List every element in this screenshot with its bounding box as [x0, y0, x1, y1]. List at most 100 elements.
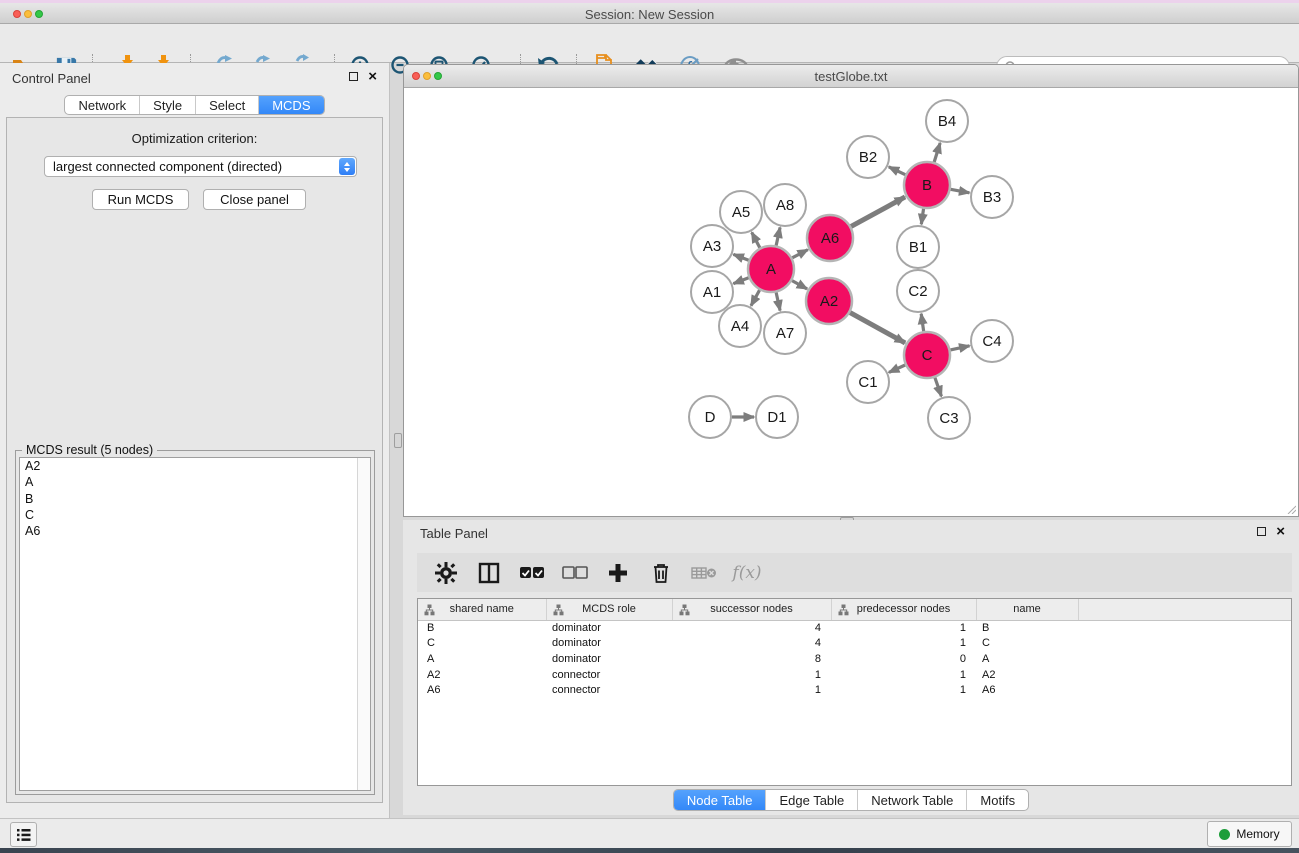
memory-button[interactable]: Memory [1207, 821, 1292, 847]
svg-text:D1: D1 [767, 409, 786, 426]
edge-a-a7[interactable] [776, 292, 780, 310]
table-row-c[interactable]: Cdominator41C [418, 636, 1292, 652]
node-b3[interactable]: B3 [971, 176, 1013, 218]
network-canvas[interactable]: A A1 A2 A3 A4 A5 A6 A7 A8 B B1 B2 B3B4 C C1 C2 C3 C4 D D1 [404, 88, 1298, 516]
edge-b-b3[interactable] [951, 189, 970, 192]
float-window-icon[interactable] [1257, 527, 1266, 536]
tab-network[interactable]: Network [65, 96, 140, 114]
table-row-b[interactable]: Bdominator41B [418, 620, 1292, 636]
settings-gear-icon[interactable] [433, 560, 459, 586]
node-c[interactable]: C [904, 332, 950, 378]
node-d1[interactable]: D1 [756, 396, 798, 438]
network-window-titlebar[interactable]: testGlobe.txt [404, 65, 1298, 88]
tab-style[interactable]: Style [140, 96, 196, 114]
svg-text:A8: A8 [776, 197, 794, 214]
node-a6[interactable]: A6 [807, 215, 853, 261]
result-item-b[interactable]: B [20, 491, 370, 507]
node-a4[interactable]: A4 [719, 305, 761, 347]
node-b[interactable]: B [904, 162, 950, 208]
result-item-a[interactable]: A [20, 474, 370, 490]
tab-select[interactable]: Select [196, 96, 259, 114]
node-a[interactable]: A [748, 246, 794, 292]
edge-a-a5[interactable] [752, 232, 760, 247]
delete-column-icon[interactable] [648, 560, 674, 586]
criterion-dropdown[interactable]: largest connected component (directed) [44, 156, 357, 177]
select-all-checkboxes-icon[interactable] [519, 560, 545, 586]
table-row-a2[interactable]: A2connector11A2 [418, 667, 1292, 683]
tab-mcds[interactable]: MCDS [259, 96, 323, 114]
column-header-mcds-role[interactable]: MCDS role [546, 599, 672, 620]
control-panel-title: Control Panel [12, 71, 91, 86]
node-a3[interactable]: A3 [691, 225, 733, 267]
node-b2[interactable]: B2 [847, 136, 889, 178]
edge-a-a8[interactable] [776, 227, 780, 245]
column-header-predecessor-nodes[interactable]: predecessor nodes [831, 599, 976, 620]
add-column-icon[interactable] [605, 560, 631, 586]
edge-c-c2[interactable] [921, 314, 923, 331]
column-header-shared-name[interactable]: shared name [418, 599, 546, 620]
edge-c-c4[interactable] [950, 346, 969, 350]
task-history-button[interactable] [10, 822, 37, 847]
svg-text:A5: A5 [732, 204, 750, 221]
column-view-icon[interactable] [476, 560, 502, 586]
close-panel-button[interactable]: Close panel [203, 189, 306, 210]
svg-text:A7: A7 [776, 325, 794, 342]
mcds-result-list[interactable]: A2ABCA6 [19, 457, 371, 791]
node-a1[interactable]: A1 [691, 271, 733, 313]
node-c2[interactable]: C2 [897, 270, 939, 312]
tab-motifs[interactable]: Motifs [967, 790, 1028, 810]
svg-text:C1: C1 [858, 374, 877, 391]
tab-network-table[interactable]: Network Table [858, 790, 967, 810]
node-a7[interactable]: A7 [764, 312, 806, 354]
svg-text:B: B [922, 177, 932, 194]
column-header-name[interactable]: name [976, 599, 1078, 620]
table-row-a[interactable]: Adominator80A [418, 651, 1292, 667]
svg-text:C4: C4 [982, 333, 1001, 350]
edge-a-a2[interactable] [792, 281, 807, 289]
svg-text:A2: A2 [820, 293, 838, 310]
edge-a2-c[interactable] [850, 313, 905, 343]
control-panel: Control Panel × NetworkStyleSelectMCDS O… [0, 63, 390, 818]
svg-text:B2: B2 [859, 149, 877, 166]
svg-text:C2: C2 [908, 283, 927, 300]
node-a2[interactable]: A2 [806, 278, 852, 324]
node-c4[interactable]: C4 [971, 320, 1013, 362]
node-a8[interactable]: A8 [764, 184, 806, 226]
result-item-a6[interactable]: A6 [20, 523, 370, 539]
edge-c-c3[interactable] [935, 378, 942, 397]
float-window-icon[interactable] [349, 72, 358, 81]
result-item-c[interactable]: C [20, 507, 370, 523]
table-header[interactable]: shared nameMCDS rolesuccessor nodesprede… [418, 599, 1292, 620]
edge-c-c1[interactable] [889, 365, 905, 372]
node-b1[interactable]: B1 [897, 226, 939, 268]
tab-node-table[interactable]: Node Table [674, 790, 767, 810]
edge-b-b4[interactable] [934, 143, 940, 162]
column-header-successor-nodes[interactable]: successor nodes [672, 599, 831, 620]
run-mcds-button[interactable]: Run MCDS [92, 189, 189, 210]
edge-a-a1[interactable] [733, 278, 748, 284]
edge-a-a3[interactable] [733, 254, 748, 260]
mcds-result-title: MCDS result (5 nodes) [22, 443, 157, 457]
edge-a-a4[interactable] [751, 290, 760, 306]
control-panel-window-buttons: × [349, 72, 377, 81]
close-panel-icon[interactable]: × [1276, 527, 1285, 536]
svg-text:A4: A4 [731, 318, 749, 335]
table-row-a6[interactable]: A6connector11A6 [418, 682, 1292, 698]
node-b4[interactable]: B4 [926, 100, 968, 142]
node-c3[interactable]: C3 [928, 397, 970, 439]
result-item-a2[interactable]: A2 [20, 458, 370, 474]
edge-b-b2[interactable] [889, 167, 906, 175]
node-a5[interactable]: A5 [720, 191, 762, 233]
svg-text:A6: A6 [821, 230, 839, 247]
close-panel-icon[interactable]: × [368, 72, 377, 81]
resize-grip-icon[interactable] [1286, 504, 1296, 514]
tab-edge-table[interactable]: Edge Table [766, 790, 858, 810]
edge-b-b1[interactable] [921, 209, 923, 224]
vertical-divider-handle[interactable] [394, 433, 402, 448]
edge-a6-b[interactable] [851, 197, 905, 227]
result-list-scrollbar[interactable] [357, 458, 370, 790]
edge-a-a6[interactable] [792, 250, 808, 258]
node-d[interactable]: D [689, 396, 731, 438]
node-c1[interactable]: C1 [847, 361, 889, 403]
deselect-all-checkboxes-icon[interactable] [562, 560, 588, 586]
